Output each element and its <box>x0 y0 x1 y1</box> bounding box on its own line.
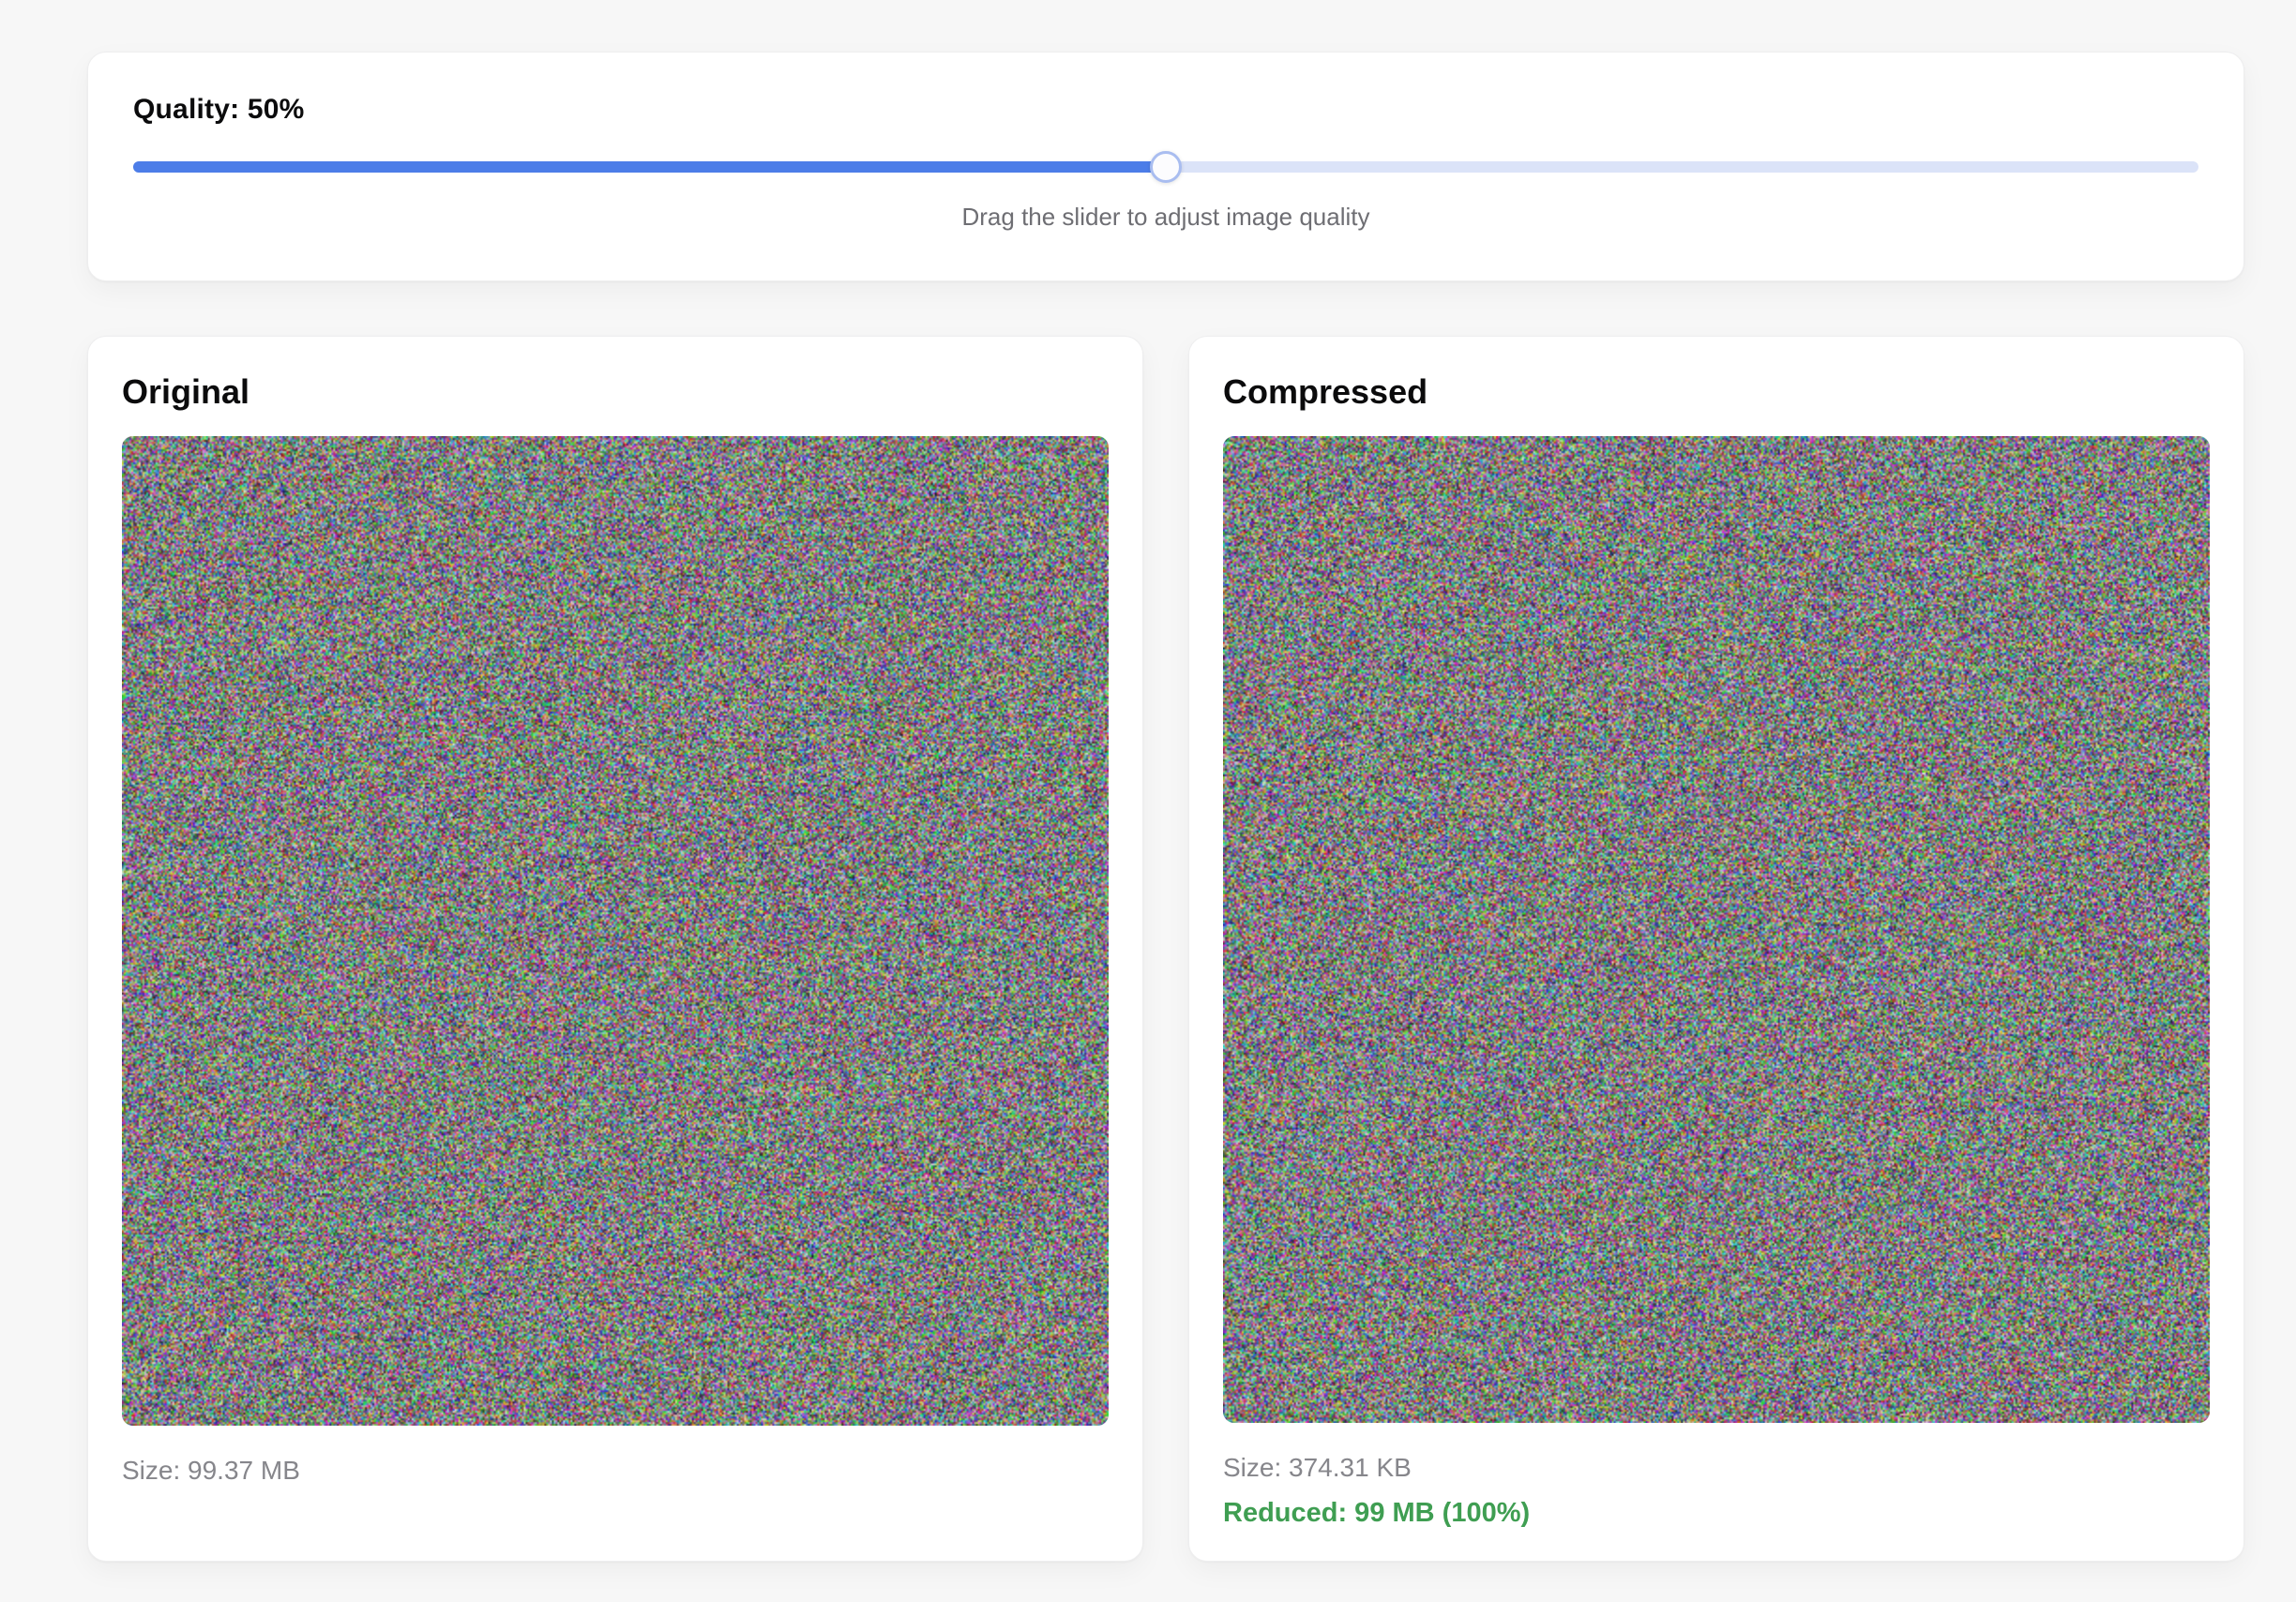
compressed-title: Compressed <box>1223 372 2210 412</box>
compressed-card: Compressed Size: 374.31 KB Reduced: 99 M… <box>1188 336 2244 1562</box>
slider-thumb[interactable] <box>1150 151 1182 183</box>
slider-track[interactable] <box>133 161 2198 173</box>
quality-slider[interactable] <box>133 150 2198 184</box>
reduction-badge: Reduced: 99 MB (100%) <box>1223 1498 2210 1529</box>
quality-panel: Quality: 50% Drag the slider to adjust i… <box>87 52 2244 281</box>
original-title: Original <box>122 372 1109 412</box>
comparison-row: Original Size: 99.37 MB Compressed Size:… <box>87 336 2244 1562</box>
page: Quality: 50% Drag the slider to adjust i… <box>0 0 2296 1602</box>
quality-value-label: Quality: 50% <box>133 94 2198 126</box>
original-size-label: Size: 99.37 MB <box>122 1456 1109 1486</box>
compressed-image-preview <box>1223 436 2210 1423</box>
original-card: Original Size: 99.37 MB <box>87 336 1143 1562</box>
compressed-size-label: Size: 374.31 KB <box>1223 1453 2210 1483</box>
slider-fill <box>133 161 1166 173</box>
original-image-preview <box>122 436 1109 1426</box>
slider-hint-text: Drag the slider to adjust image quality <box>133 203 2198 232</box>
